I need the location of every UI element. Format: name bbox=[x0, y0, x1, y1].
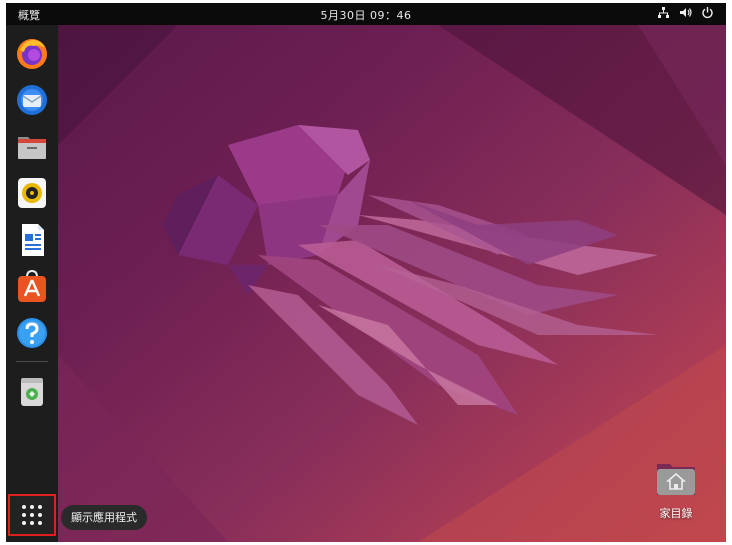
software-icon[interactable] bbox=[14, 268, 50, 304]
system-tray[interactable] bbox=[657, 6, 714, 19]
home-folder-icon bbox=[657, 464, 695, 495]
files-icon[interactable] bbox=[14, 129, 50, 165]
dock bbox=[6, 25, 58, 542]
volume-icon[interactable] bbox=[679, 6, 692, 19]
help-icon[interactable] bbox=[14, 315, 50, 351]
thunderbird-icon[interactable] bbox=[14, 82, 50, 118]
network-icon[interactable] bbox=[657, 6, 670, 19]
dock-separator bbox=[16, 361, 48, 362]
top-bar: 概覽 5月30日 09：46 bbox=[6, 3, 726, 25]
rhythmbox-icon[interactable] bbox=[14, 175, 50, 211]
show-applications-button[interactable] bbox=[8, 494, 56, 536]
wallpaper bbox=[58, 25, 726, 542]
power-icon[interactable] bbox=[701, 6, 714, 19]
app-grid-icon bbox=[22, 505, 42, 525]
desktop-screen: 概覽 5月30日 09：46 顯示應用程式 家目錄 bbox=[6, 3, 726, 542]
show-applications-tooltip: 顯示應用程式 bbox=[61, 505, 147, 530]
clock[interactable]: 5月30日 09：46 bbox=[6, 7, 726, 23]
writer-icon[interactable] bbox=[14, 222, 50, 258]
home-folder-desktop-icon[interactable]: 家目錄 bbox=[644, 458, 708, 528]
trash-icon[interactable] bbox=[14, 373, 50, 409]
home-folder-label: 家目錄 bbox=[659, 507, 693, 520]
firefox-icon[interactable] bbox=[14, 36, 50, 72]
jellyfish-wallpaper bbox=[58, 25, 726, 542]
